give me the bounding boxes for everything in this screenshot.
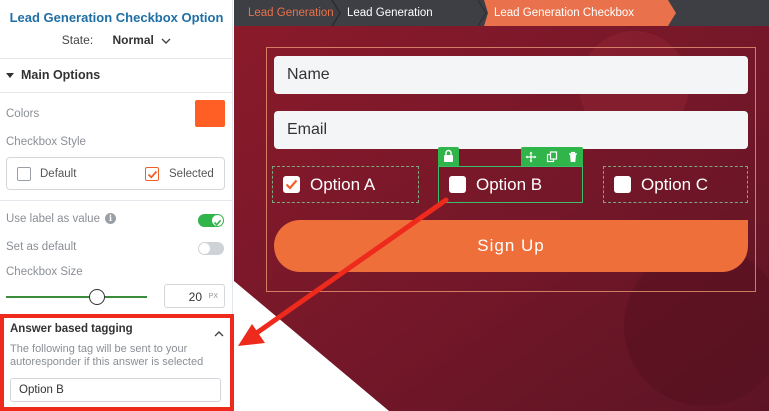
annotation-arrow bbox=[238, 197, 449, 346]
